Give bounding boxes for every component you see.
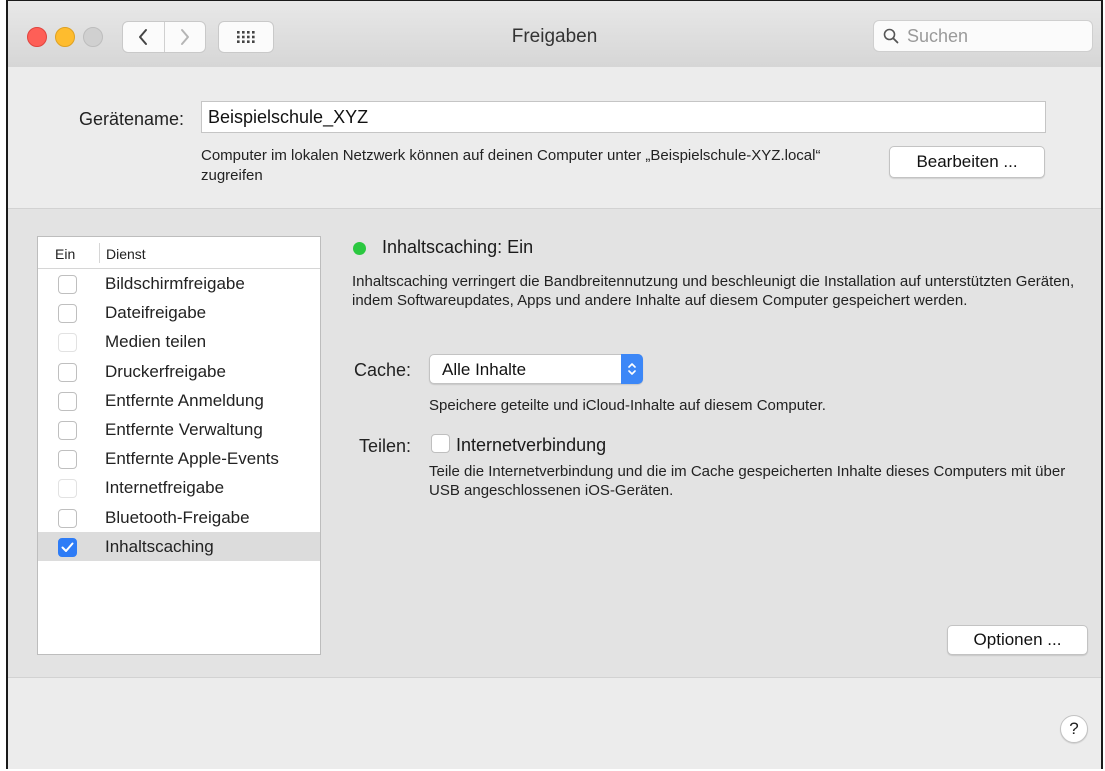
search-field[interactable] xyxy=(873,20,1093,52)
device-name-section: Gerätename: Computer im lokalen Netzwerk… xyxy=(8,67,1101,209)
service-label: Dateifreigabe xyxy=(105,303,207,323)
service-row[interactable]: Internetfreigabe xyxy=(38,473,320,502)
service-checkbox[interactable] xyxy=(58,537,77,557)
service-checkbox[interactable] xyxy=(58,362,77,382)
cache-select-value: Alle Inhalte xyxy=(442,360,527,379)
service-list-header: Ein Dienst xyxy=(38,237,320,269)
service-description: Inhaltscaching verringert die Bandbreite… xyxy=(352,273,1075,309)
service-checkbox[interactable] xyxy=(58,304,77,324)
device-name-description: Computer im lokalen Netzwerk können auf … xyxy=(201,147,821,184)
service-label: Bluetooth-Freigabe xyxy=(105,507,250,527)
cache-hint: Speichere geteilte und iCloud-Inhalte au… xyxy=(429,397,826,414)
title-bar: Freigaben xyxy=(8,1,1101,68)
edit-button[interactable]: Bearbeiten ... xyxy=(889,146,1045,178)
status-text: Inhaltscaching: Ein xyxy=(382,237,534,257)
share-hint: Teile die Internetverbindung und die im … xyxy=(429,463,1066,499)
status-indicator xyxy=(353,242,366,255)
service-label: Druckerfreigabe xyxy=(105,361,226,381)
service-checkbox[interactable] xyxy=(58,420,77,440)
header-service-column[interactable]: Dienst xyxy=(106,246,146,262)
service-checkbox[interactable] xyxy=(58,391,77,411)
service-row[interactable]: Medien teilen xyxy=(38,327,320,356)
service-rows: Bildschirmfreigabe Dateifreigabe Medien te… xyxy=(38,269,320,561)
help-button[interactable]: ? xyxy=(1060,715,1088,743)
internet-connection-label[interactable]: Internetverbindung xyxy=(456,435,606,456)
device-name-input[interactable] xyxy=(201,101,1046,133)
service-row[interactable]: Druckerfreigabe xyxy=(38,357,320,386)
share-label: Teilen: xyxy=(359,436,412,456)
device-name-label: Gerätename: xyxy=(79,109,185,129)
service-row[interactable]: Dateifreigabe xyxy=(38,298,320,327)
header-on-column[interactable]: Ein xyxy=(55,246,75,262)
service-row[interactable]: Bildschirmfreigabe xyxy=(38,269,320,298)
service-label: Entfernte Verwaltung xyxy=(105,419,263,439)
sharing-window: Freigaben Gerätename: Computer im lokale… xyxy=(6,0,1103,769)
checkmark-icon xyxy=(61,542,74,552)
service-label: Entfernte Apple-Events xyxy=(105,449,279,469)
service-checkbox xyxy=(58,479,77,499)
internet-connection-checkbox[interactable] xyxy=(431,434,450,453)
options-button[interactable]: Optionen ... xyxy=(947,625,1088,655)
service-checkbox[interactable] xyxy=(58,508,77,528)
search-icon xyxy=(883,28,899,44)
service-checkbox[interactable] xyxy=(58,275,77,294)
service-row[interactable]: Entfernte Apple-Events xyxy=(38,444,320,473)
main-section: Ein Dienst Bildschirmfreigabe Dateifreiga… xyxy=(8,209,1101,678)
service-checkbox[interactable] xyxy=(58,450,77,470)
service-label: Internetfreigabe xyxy=(105,478,225,498)
updown-chevron-icon xyxy=(621,354,643,384)
service-row[interactable]: Entfernte Verwaltung xyxy=(38,415,320,444)
service-label: Inhaltscaching xyxy=(105,536,214,556)
service-label: Entfernte Anmeldung xyxy=(105,390,264,410)
service-list: Ein Dienst Bildschirmfreigabe Dateifreiga… xyxy=(37,236,321,655)
service-row[interactable]: Entfernte Anmeldung xyxy=(38,386,320,415)
cache-label: Cache: xyxy=(354,360,412,380)
help-icon: ? xyxy=(1069,719,1079,738)
service-row[interactable]: Inhaltscaching xyxy=(38,531,320,561)
search-input[interactable] xyxy=(905,24,1079,48)
service-row[interactable]: Bluetooth-Freigabe xyxy=(38,503,320,532)
service-label: Bildschirmfreigabe xyxy=(105,274,245,293)
header-divider xyxy=(99,243,100,263)
cache-select[interactable]: Alle Inhalte xyxy=(429,354,643,384)
service-label: Medien teilen xyxy=(105,332,207,352)
service-checkbox xyxy=(58,333,77,353)
